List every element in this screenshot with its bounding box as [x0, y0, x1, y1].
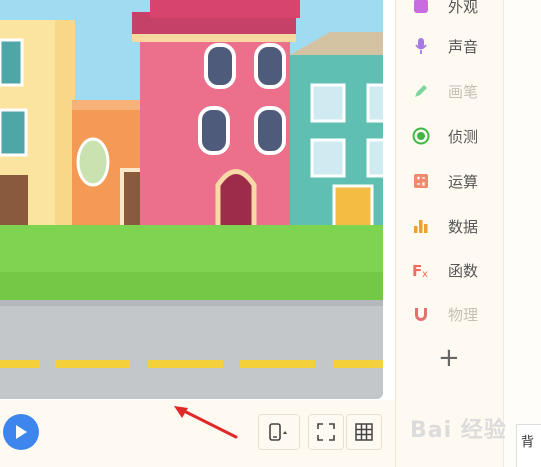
category-label: 数据	[448, 218, 479, 236]
street-scene-backdrop	[0, 0, 383, 399]
grid-toggle-button[interactable]	[346, 414, 382, 450]
device-orientation-button[interactable]	[258, 414, 300, 450]
category-label: 物理	[448, 306, 479, 324]
grid-icon	[355, 423, 373, 441]
play-icon	[16, 425, 27, 439]
category-label: 侦测	[448, 128, 479, 146]
category-label: 函数	[448, 262, 479, 280]
calculator-icon	[412, 172, 430, 190]
category-label: 声音	[448, 38, 479, 56]
bar-chart-icon	[412, 217, 430, 235]
microphone-icon	[412, 37, 430, 55]
category-detect[interactable]: 侦测	[396, 114, 504, 159]
background-tab[interactable]: 背	[516, 424, 541, 467]
category-pen[interactable]: 画笔	[396, 69, 504, 114]
annotation-arrow-icon	[174, 406, 238, 439]
appearance-icon	[412, 0, 430, 15]
category-physics[interactable]: 物理	[396, 292, 504, 337]
category-functions[interactable]: Fx 函数	[396, 248, 504, 293]
category-label: 画笔	[448, 83, 479, 101]
pen-icon	[412, 82, 430, 100]
block-category-list: 外观 声音 画笔 侦测 运算 数据 Fx 函数 物理	[395, 0, 504, 467]
detect-icon	[412, 127, 430, 145]
function-icon: Fx	[412, 261, 430, 279]
category-label: 运算	[448, 173, 479, 191]
watermark: Bai 经验	[410, 418, 507, 443]
magnet-icon	[412, 305, 430, 323]
run-button[interactable]	[3, 414, 39, 450]
svg-text:F: F	[412, 262, 422, 278]
category-operators[interactable]: 运算	[396, 159, 504, 204]
code-workspace[interactable]	[503, 0, 541, 467]
category-label: 外观	[448, 0, 479, 16]
fullscreen-button[interactable]	[308, 414, 344, 450]
fullscreen-icon	[317, 423, 335, 441]
category-sound[interactable]: 声音	[396, 24, 504, 69]
phone-icon	[269, 423, 287, 441]
category-data[interactable]: 数据	[396, 204, 504, 249]
stage-canvas[interactable]	[0, 0, 383, 399]
add-extension-button[interactable]: +	[438, 345, 460, 371]
svg-text:x: x	[422, 269, 428, 278]
